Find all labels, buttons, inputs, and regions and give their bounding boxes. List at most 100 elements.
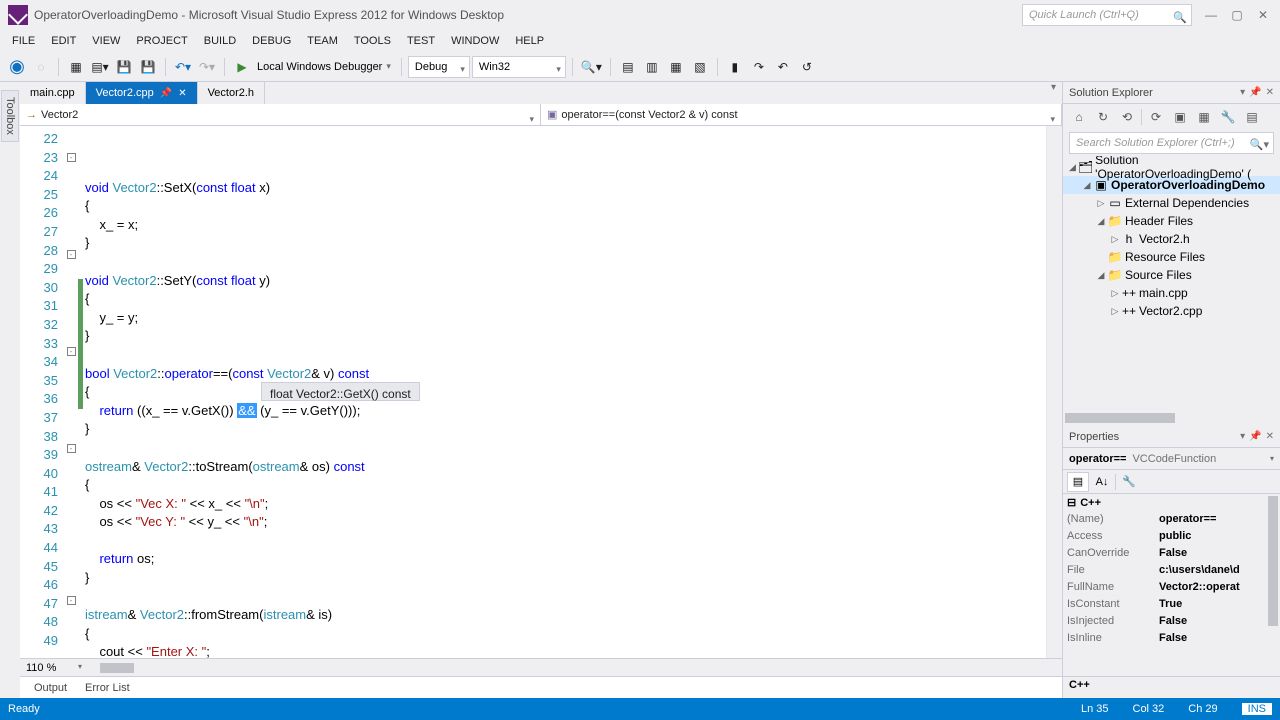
tree-node[interactable]: ◢🗂Solution 'OperatorOverloadingDemo' ( <box>1063 158 1280 176</box>
new-project-button[interactable]: ▦ <box>65 56 87 78</box>
step2-button[interactable]: ↶ <box>772 56 794 78</box>
line-number-gutter: 2223242526272829303132333435363738394041… <box>20 126 64 658</box>
minimize-button[interactable]: — <box>1198 5 1224 25</box>
pin-icon[interactable]: 📌 <box>160 88 172 99</box>
save-button[interactable]: 💾 <box>113 56 135 78</box>
debugger-target-label[interactable]: Local Windows Debugger <box>257 61 382 73</box>
panel-dropdown-icon[interactable]: ▾ <box>1240 87 1245 98</box>
menu-project[interactable]: PROJECT <box>130 33 193 49</box>
property-row[interactable]: Accesspublic <box>1063 528 1280 545</box>
property-row[interactable]: FullNameVector2::operat <box>1063 579 1280 596</box>
menu-file[interactable]: FILE <box>6 33 41 49</box>
menu-test[interactable]: TEST <box>401 33 441 49</box>
menu-team[interactable]: TEAM <box>301 33 344 49</box>
status-ins[interactable]: INS <box>1242 703 1272 715</box>
comment-button[interactable]: ▤ <box>617 56 639 78</box>
platform-combo[interactable]: Win32 <box>472 56 566 78</box>
menu-edit[interactable]: EDIT <box>45 33 82 49</box>
main-toolbar: ◉ ◌ ▦ ▤▾ 💾 💾 ↶▾ ↷▾ ▶ Local Windows Debug… <box>0 52 1280 82</box>
debugger-target-dropdown[interactable]: ▾ <box>386 61 391 72</box>
close-button[interactable]: ✕ <box>1250 5 1276 25</box>
menu-debug[interactable]: DEBUG <box>246 33 297 49</box>
property-row[interactable]: IsConstantTrue <box>1063 596 1280 613</box>
properties-object-combo[interactable]: operator==VCCodeFunction <box>1063 448 1280 470</box>
bookmark2-button[interactable]: ▧ <box>689 56 711 78</box>
panel-pin-icon[interactable]: 📌 <box>1249 87 1261 98</box>
doc-tab[interactable]: Vector2.cpp📌✕ <box>86 82 198 104</box>
panel-pin-icon[interactable]: 📌 <box>1249 431 1261 442</box>
nav-fwd-button[interactable]: ◌ <box>30 56 52 78</box>
tree-node[interactable]: 📁Resource Files <box>1063 248 1280 266</box>
alphabetical-button[interactable]: A↓ <box>1091 472 1113 492</box>
back-button[interactable]: ↻ <box>1093 107 1113 127</box>
status-col: Col 32 <box>1133 703 1165 715</box>
menu-window[interactable]: WINDOW <box>445 33 505 49</box>
horizontal-scrollbar[interactable] <box>88 661 1062 675</box>
close-icon[interactable]: ✕ <box>178 88 186 99</box>
find-button[interactable]: 🔍▾ <box>579 56 604 78</box>
breakpoint-button[interactable]: ▮ <box>724 56 746 78</box>
tree-node[interactable]: ▷▭External Dependencies <box>1063 194 1280 212</box>
collapse-button[interactable]: ▣ <box>1170 107 1190 127</box>
menu-help[interactable]: HELP <box>509 33 550 49</box>
doc-tab[interactable]: Vector2.h <box>198 82 265 104</box>
output-tab[interactable]: Error List <box>77 680 138 696</box>
menu-bar: FILEEDITVIEWPROJECT BUILDDEBUGTEAMTOOLSTE… <box>0 30 1280 52</box>
step-button[interactable]: ↷ <box>748 56 770 78</box>
tree-node[interactable]: ▷hVector2.h <box>1063 230 1280 248</box>
bookmark-button[interactable]: ▦ <box>665 56 687 78</box>
member-combo[interactable]: ▣operator==(const Vector2 & v) const▾ <box>541 104 1062 125</box>
output-tab-strip: OutputError List <box>20 676 1062 698</box>
property-row[interactable]: Filec:\users\dane\d <box>1063 562 1280 579</box>
refresh-button[interactable]: ⟳ <box>1146 107 1166 127</box>
tree-node[interactable]: ◢📁Source Files <box>1063 266 1280 284</box>
start-debug-button[interactable]: ▶ <box>231 56 253 78</box>
scope-combo[interactable]: →Vector2▾ <box>20 104 541 125</box>
code-content[interactable]: void Vector2::SetX(const float x){ x_ = … <box>83 126 1046 658</box>
categorized-button[interactable]: ▤ <box>1067 472 1089 492</box>
menu-build[interactable]: BUILD <box>198 33 242 49</box>
output-tab[interactable]: Output <box>26 680 75 696</box>
prop-pages-button[interactable]: 🔧 <box>1118 472 1140 492</box>
property-row[interactable]: IsInlineFalse <box>1063 630 1280 647</box>
redo-button[interactable]: ↷▾ <box>196 56 218 78</box>
quick-launch-input[interactable]: Quick Launch (Ctrl+Q) 🔍 <box>1022 4 1192 26</box>
config-combo[interactable]: Debug <box>408 56 470 78</box>
sync-button[interactable]: ⟲ <box>1117 107 1137 127</box>
home-button[interactable]: ⌂ <box>1069 107 1089 127</box>
tree-node[interactable]: ▷++Vector2.cpp <box>1063 302 1280 320</box>
toolbox-tab[interactable]: Toolbox <box>0 82 20 698</box>
menu-tools[interactable]: TOOLS <box>348 33 397 49</box>
showall-button[interactable]: ▦ <box>1194 107 1214 127</box>
solution-tree[interactable]: ◢🗂Solution 'OperatorOverloadingDemo' (◢▣… <box>1063 156 1280 410</box>
panel-dropdown-icon[interactable]: ▾ <box>1240 431 1245 442</box>
tree-node[interactable]: ▷++main.cpp <box>1063 284 1280 302</box>
solution-search-input[interactable]: Search Solution Explorer (Ctrl+;) 🔍▾ <box>1069 132 1274 154</box>
property-row[interactable]: (Name)operator== <box>1063 511 1280 528</box>
property-row[interactable]: CanOverrideFalse <box>1063 545 1280 562</box>
tree-node[interactable]: ◢📁Header Files <box>1063 212 1280 230</box>
uncomment-button[interactable]: ▥ <box>641 56 663 78</box>
zoom-combo[interactable]: 110 % <box>20 662 88 674</box>
menu-view[interactable]: VIEW <box>86 33 126 49</box>
save-all-button[interactable]: 💾 <box>137 56 159 78</box>
open-button[interactable]: ▤▾ <box>89 56 111 78</box>
property-row[interactable]: IsInjectedFalse <box>1063 613 1280 630</box>
outlining-margin[interactable]: ----- <box>64 126 78 658</box>
doc-tab[interactable]: main.cpp <box>20 82 86 104</box>
panel-close-icon[interactable]: ✕ <box>1266 431 1274 442</box>
vertical-scrollbar[interactable] <box>1046 126 1062 658</box>
undo-button[interactable]: ↶▾ <box>172 56 194 78</box>
maximize-button[interactable]: ▢ <box>1224 5 1250 25</box>
tree-node[interactable]: ◢▣OperatorOverloadingDemo <box>1063 176 1280 194</box>
code-editor[interactable]: 2223242526272829303132333435363738394041… <box>20 126 1062 658</box>
propgrid-scrollbar[interactable] <box>1266 494 1280 676</box>
step3-button[interactable]: ↺ <box>796 56 818 78</box>
tab-overflow-button[interactable]: ▾ <box>1045 82 1062 104</box>
properties-button[interactable]: 🔧 <box>1218 107 1238 127</box>
property-grid[interactable]: ⊟ C++ (Name)operator==AccesspublicCanOve… <box>1063 494 1280 676</box>
solution-hscroll[interactable] <box>1063 410 1280 426</box>
nav-back-button[interactable]: ◉ <box>6 56 28 78</box>
panel-close-icon[interactable]: ✕ <box>1266 87 1274 98</box>
preview-button[interactable]: ▤ <box>1242 107 1262 127</box>
